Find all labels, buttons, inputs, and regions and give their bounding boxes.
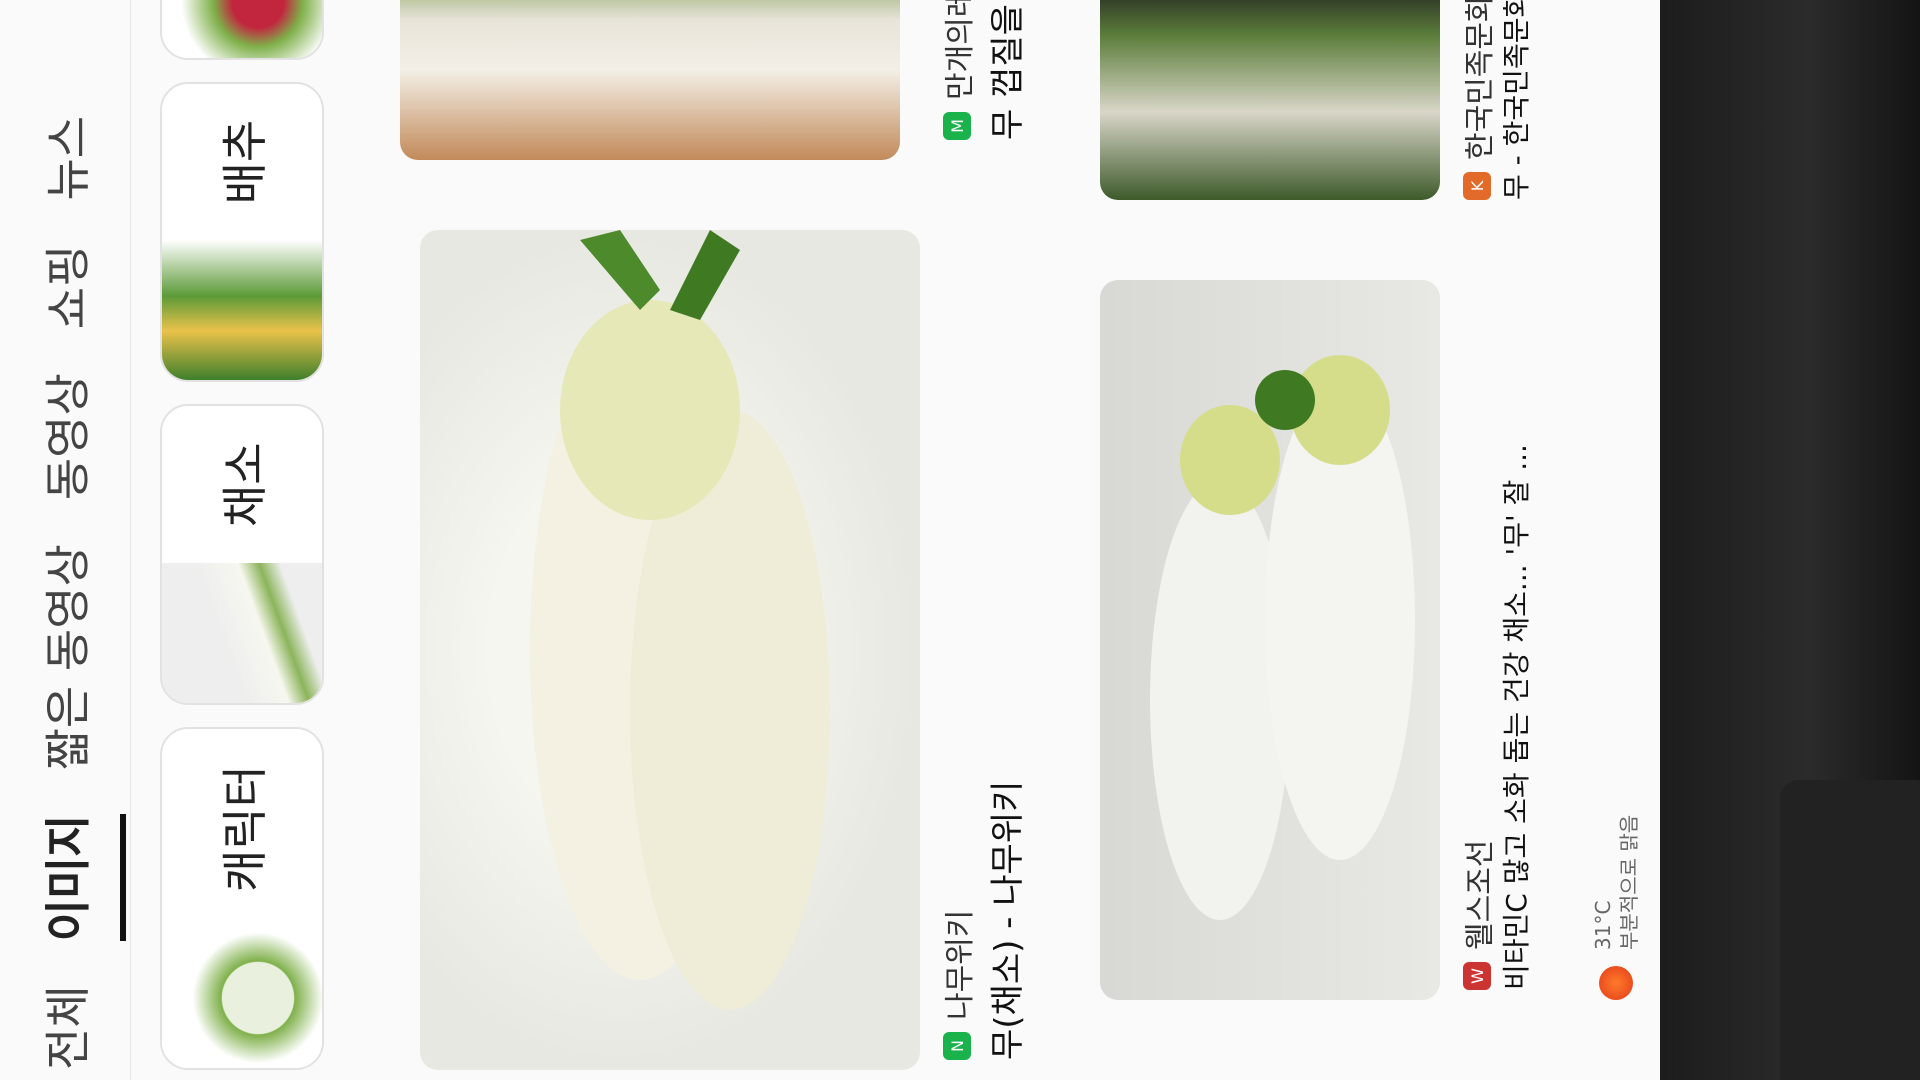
chip-label: 채소 xyxy=(218,442,272,528)
taskbar-weather[interactable]: 31°C 부분적으로 맑음 xyxy=(1590,815,1642,1000)
chip-thumbnail xyxy=(162,928,322,1068)
health-favicon: W xyxy=(1463,962,1491,990)
radish-photo xyxy=(1150,355,1415,920)
chip-vegetable[interactable]: 채소 xyxy=(160,404,324,706)
namuwiki-favicon: N xyxy=(943,1032,971,1060)
chip-cabbage[interactable]: 배추 xyxy=(160,81,324,383)
weather-temp: 31°C xyxy=(1591,900,1615,950)
chip-thumbnail xyxy=(162,0,322,58)
result-source: M 만개의레시피 xyxy=(935,0,979,140)
tab-shorts[interactable]: 짧은 동영상 xyxy=(32,544,98,770)
chip-thumbnail xyxy=(162,563,322,704)
tab-news[interactable]: 뉴스 xyxy=(32,116,98,201)
chip-label: 배추 xyxy=(218,119,272,205)
result-source: K 한국민족문화대백 xyxy=(1455,0,1499,200)
tab-videos[interactable]: 동영상 xyxy=(32,373,98,500)
browser-screen: 전체 이미지 짧은 동영상 동영상 쇼핑 뉴스 캐릭터 채소 배추 N 나무위키… xyxy=(0,0,1660,1080)
result-image-radish[interactable] xyxy=(420,230,920,1070)
monitor-stand xyxy=(1780,780,1920,1080)
recipe-favicon: M xyxy=(943,112,971,140)
result-caption[interactable]: 무 - 한국민족문화 xyxy=(1495,0,1535,200)
encyclopedia-favicon: K xyxy=(1463,172,1491,200)
result-caption[interactable]: 무 껍질을 절대 xyxy=(980,0,1029,140)
tab-shopping[interactable]: 쇼핑 xyxy=(32,245,98,330)
result-image-cutting[interactable] xyxy=(400,0,900,160)
tab-all[interactable]: 전체 xyxy=(32,985,98,1070)
chip-thumbnail xyxy=(162,240,322,381)
chip-character[interactable]: 캐릭터 xyxy=(160,727,324,1070)
chip-label: 캐릭터 xyxy=(218,765,272,892)
result-source: N 나무위키 xyxy=(935,910,979,1060)
sun-icon xyxy=(1599,966,1633,1000)
result-caption[interactable]: 비타민C 많고 소화 돕는 건강 채소... '무' 잘 ... xyxy=(1495,444,1535,990)
result-caption[interactable]: 무(채소) - 나무위키 xyxy=(980,781,1029,1060)
result-image-market[interactable] xyxy=(1100,0,1440,200)
chip-radish-more[interactable] xyxy=(160,0,324,60)
radish-illustration xyxy=(530,230,830,1010)
weather-desc: 부분적으로 맑음 xyxy=(1617,814,1641,950)
tab-images[interactable]: 이미지 xyxy=(32,814,98,941)
related-chips: 캐릭터 채소 배추 xyxy=(160,0,340,1080)
result-image-pale-radish[interactable] xyxy=(1100,280,1440,1000)
result-source: W 웰스조선 xyxy=(1455,840,1499,990)
search-tabs: 전체 이미지 짧은 동영상 동영상 쇼핑 뉴스 xyxy=(0,0,131,1080)
